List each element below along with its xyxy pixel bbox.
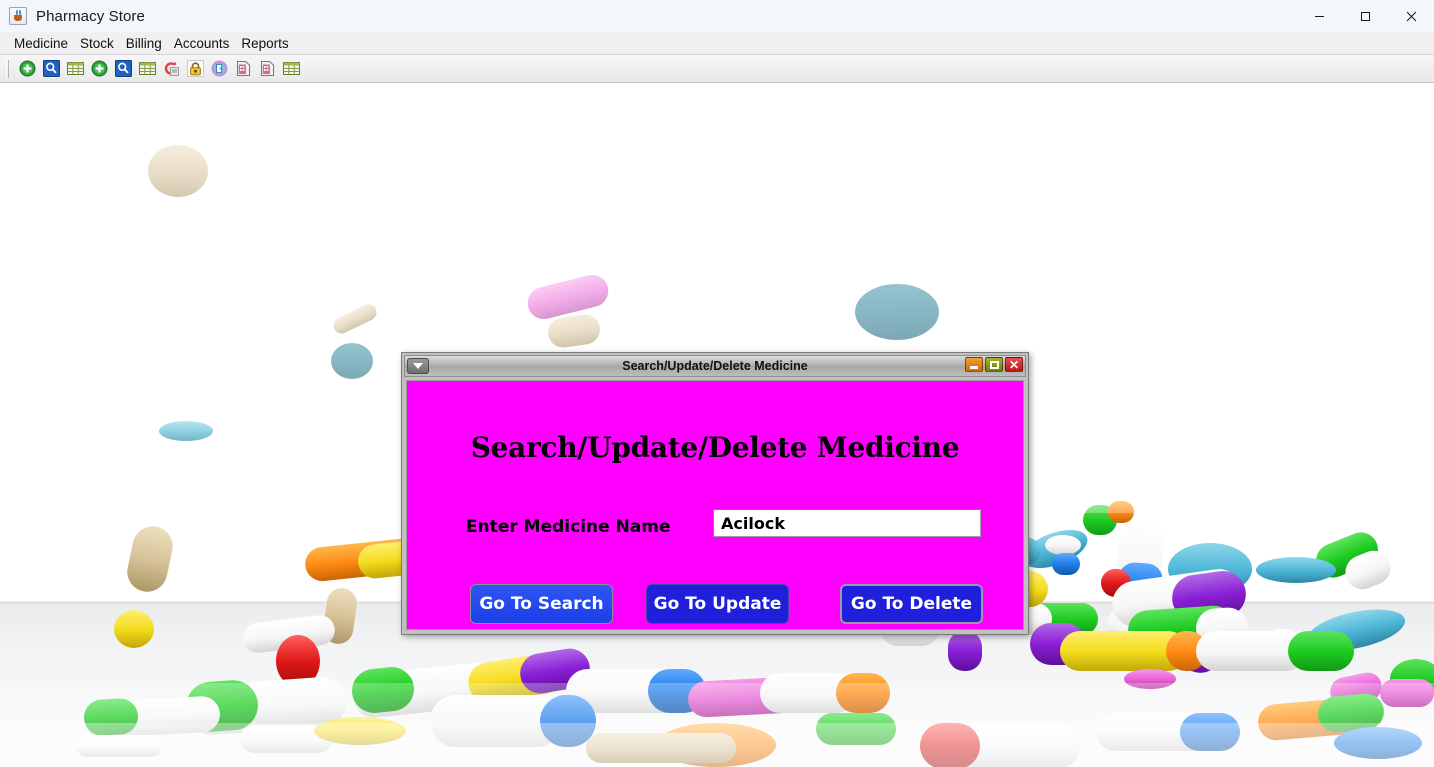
add-green-plus-icon[interactable] xyxy=(17,59,37,79)
window-controls xyxy=(1296,0,1434,32)
dialog-maximize-button[interactable] xyxy=(985,357,1003,372)
medicine-name-label: Enter Medicine Name xyxy=(466,517,671,537)
java-coffee-cup-icon xyxy=(9,7,27,25)
window-close-button[interactable] xyxy=(1388,0,1434,32)
exit-door-icon[interactable] xyxy=(209,59,229,79)
dialog-window-controls: ✕ xyxy=(965,357,1023,372)
window-minimize-button[interactable] xyxy=(1296,0,1342,32)
desktop-area: Search/Update/Delete Medicine ✕ Search/U… xyxy=(0,83,1434,767)
toolbar-grip[interactable] xyxy=(6,59,9,78)
dialog-close-button[interactable]: ✕ xyxy=(1005,357,1023,372)
chevron-down-icon[interactable] xyxy=(407,358,429,374)
menu-item-accounts[interactable]: Accounts xyxy=(168,34,236,53)
go-to-search-button[interactable]: Go To Search xyxy=(470,584,613,624)
menu-item-stock[interactable]: Stock xyxy=(74,34,120,53)
window-title: Pharmacy Store xyxy=(36,7,145,25)
toolbar xyxy=(0,55,1434,83)
add-green-plus-icon-2[interactable] xyxy=(89,59,109,79)
search-magnifier-icon[interactable] xyxy=(41,59,61,79)
dialog-heading: Search/Update/Delete Medicine xyxy=(470,431,960,464)
close-icon: ✕ xyxy=(1008,357,1020,372)
window-titlebar: Pharmacy Store xyxy=(0,0,1434,32)
lock-yellow-icon[interactable] xyxy=(185,59,205,79)
report-document-icon[interactable] xyxy=(233,59,253,79)
table-grid-icon-3[interactable] xyxy=(281,59,301,79)
application-window: Pharmacy Store Medicine Stock Billing Ac… xyxy=(0,0,1434,767)
refund-red-icon[interactable] xyxy=(161,59,181,79)
window-maximize-button[interactable] xyxy=(1342,0,1388,32)
dialog-title: Search/Update/Delete Medicine xyxy=(622,359,808,373)
search-update-delete-dialog[interactable]: Search/Update/Delete Medicine ✕ Search/U… xyxy=(401,352,1029,635)
go-to-update-button[interactable]: Go To Update xyxy=(646,584,789,624)
table-grid-icon-2[interactable] xyxy=(137,59,157,79)
menubar: Medicine Stock Billing Accounts Reports xyxy=(0,32,1434,55)
window-title-group: Pharmacy Store xyxy=(0,7,145,25)
dialog-body: Search/Update/Delete Medicine Enter Medi… xyxy=(406,380,1024,630)
dialog-titlebar[interactable]: Search/Update/Delete Medicine ✕ xyxy=(404,355,1026,377)
dialog-minimize-button[interactable] xyxy=(965,357,983,372)
dialog-button-row: Go To Search Go To Update Go To Delete xyxy=(407,584,1023,624)
table-grid-icon[interactable] xyxy=(65,59,85,79)
menu-item-reports[interactable]: Reports xyxy=(235,34,294,53)
report-document-icon-2[interactable] xyxy=(257,59,277,79)
search-magnifier-icon-2[interactable] xyxy=(113,59,133,79)
menu-item-billing[interactable]: Billing xyxy=(120,34,168,53)
menu-item-medicine[interactable]: Medicine xyxy=(8,34,74,53)
go-to-delete-button[interactable]: Go To Delete xyxy=(840,584,983,624)
medicine-name-input[interactable] xyxy=(713,509,981,537)
